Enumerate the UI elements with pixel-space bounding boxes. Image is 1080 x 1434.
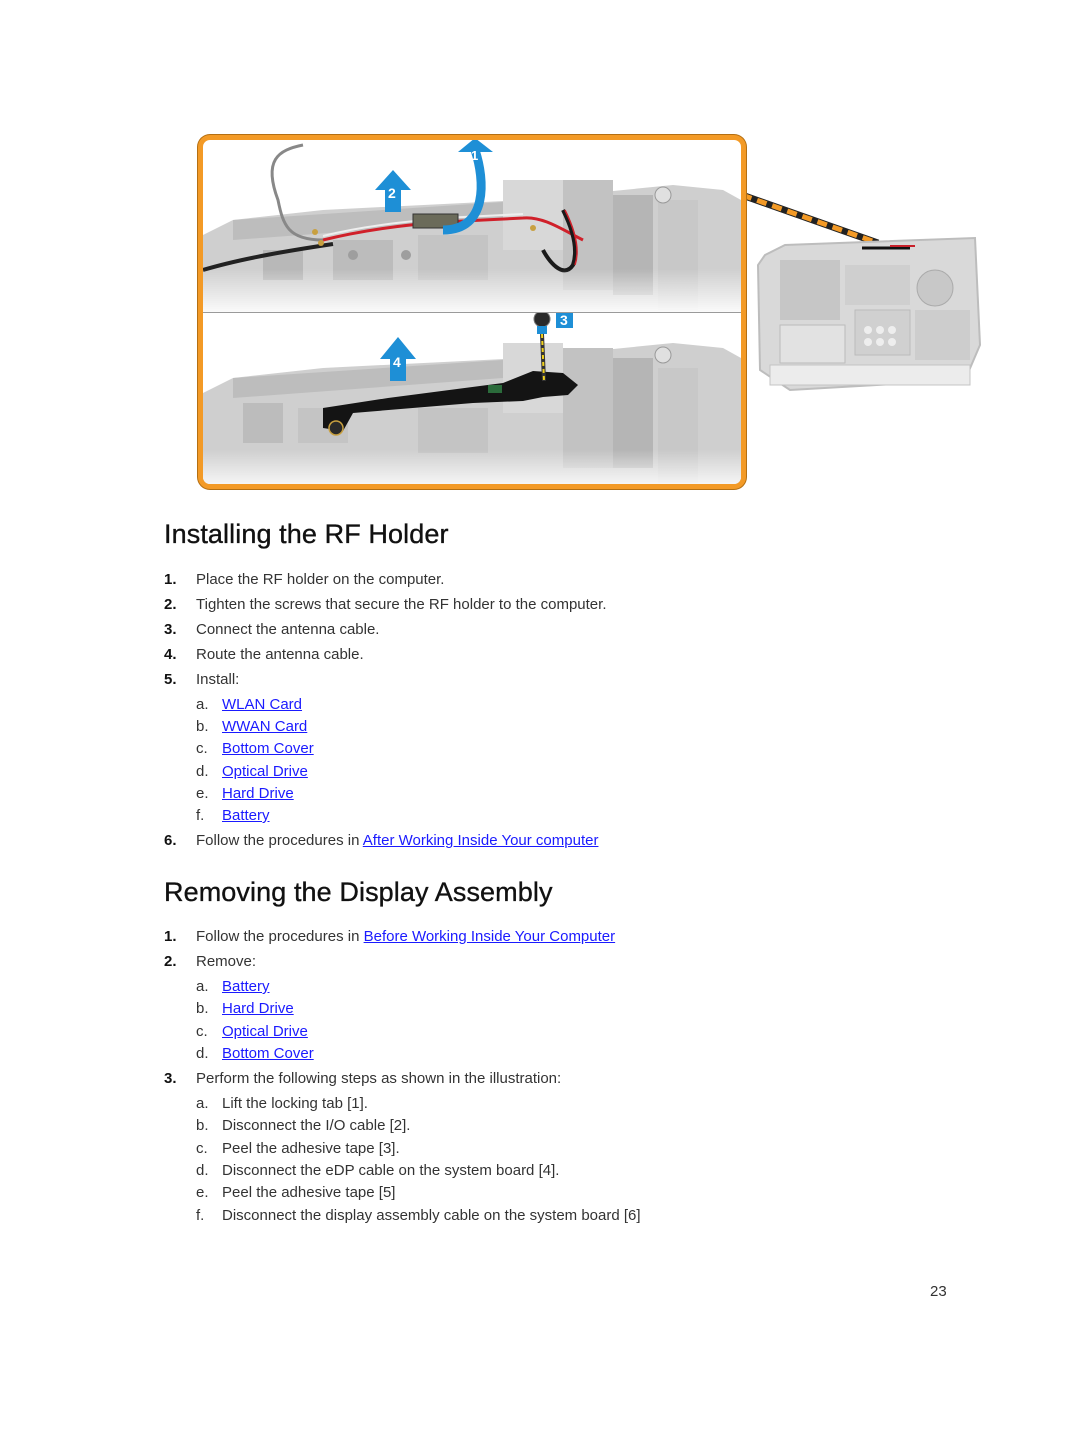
section-title-removing-display-assembly: Removing the Display Assembly xyxy=(164,877,553,907)
illustration-step-d: d. Disconnect the eDP cable on the system… xyxy=(196,1162,560,1179)
link-battery[interactable]: Battery xyxy=(222,978,270,995)
illustration-step-b: b. Disconnect the I/O cable [2]. xyxy=(196,1117,411,1134)
illustration-step-a: a. Lift the locking tab [1]. xyxy=(196,1095,368,1112)
remove-item-hard-drive: b. Hard Drive xyxy=(196,1000,294,1017)
link-after-working-inside[interactable]: After Working Inside Your computer xyxy=(363,832,599,849)
figure-panel-holder-removal: 3 4 xyxy=(203,313,741,484)
remove-step-2: 2. Remove: xyxy=(164,953,257,970)
section-title-installing-rf-holder: Installing the RF Holder xyxy=(164,519,449,549)
illustration-step-c: c. Peel the adhesive tape [3]. xyxy=(196,1140,400,1157)
install-step-1: 1. Place the RF holder on the computer. xyxy=(164,571,445,588)
detail-figure-frame: 1 2 xyxy=(198,135,746,489)
install-item-wwan-card: b. WWAN Card xyxy=(196,718,308,735)
remove-item-optical-drive: c. Optical Drive xyxy=(196,1023,308,1040)
install-step-5: 5. Install: xyxy=(164,671,240,688)
link-optical-drive[interactable]: Optical Drive xyxy=(222,1023,308,1040)
install-step-4: 4. Route the antenna cable. xyxy=(164,646,364,663)
install-item-optical-drive: d. Optical Drive xyxy=(196,763,308,780)
link-wlan-card[interactable]: WLAN Card xyxy=(222,696,302,713)
laptop-overview-image xyxy=(740,170,990,410)
install-item-bottom-cover: c. Bottom Cover xyxy=(196,740,314,757)
illustration-step-e: e. Peel the adhesive tape [5] xyxy=(196,1184,396,1201)
install-step-2: 2. Tighten the screws that secure the RF … xyxy=(164,596,607,613)
link-hard-drive[interactable]: Hard Drive xyxy=(222,785,294,802)
link-optical-drive[interactable]: Optical Drive xyxy=(222,763,308,780)
rf-holder-illustration: 1 2 xyxy=(0,0,1080,500)
remove-item-bottom-cover: d. Bottom Cover xyxy=(196,1045,314,1062)
link-hard-drive[interactable]: Hard Drive xyxy=(222,1000,294,1017)
link-battery[interactable]: Battery xyxy=(222,807,270,824)
install-item-hard-drive: e. Hard Drive xyxy=(196,785,294,802)
remove-item-battery: a. Battery xyxy=(196,978,270,995)
install-item-battery: f. Battery xyxy=(196,807,270,824)
figure-panel-cable-removal: 1 2 xyxy=(203,140,741,313)
link-wwan-card[interactable]: WWAN Card xyxy=(222,718,307,735)
install-step-6: 6. Follow the procedures in After Working… xyxy=(164,832,599,849)
remove-step-3: 3. Perform the following steps as shown i… xyxy=(164,1070,562,1087)
remove-step-1: 1. Follow the procedures in Before Workin… xyxy=(164,928,616,945)
install-item-wlan-card: a. WLAN Card xyxy=(196,696,303,713)
link-bottom-cover[interactable]: Bottom Cover xyxy=(222,740,314,757)
page-number: 23 xyxy=(930,1283,947,1300)
link-bottom-cover[interactable]: Bottom Cover xyxy=(222,1045,314,1062)
illustration-step-f: f. Disconnect the display assembly cable … xyxy=(196,1207,641,1224)
install-step-3: 3. Connect the antenna cable. xyxy=(164,621,380,638)
link-before-working-inside[interactable]: Before Working Inside Your Computer xyxy=(364,928,616,945)
